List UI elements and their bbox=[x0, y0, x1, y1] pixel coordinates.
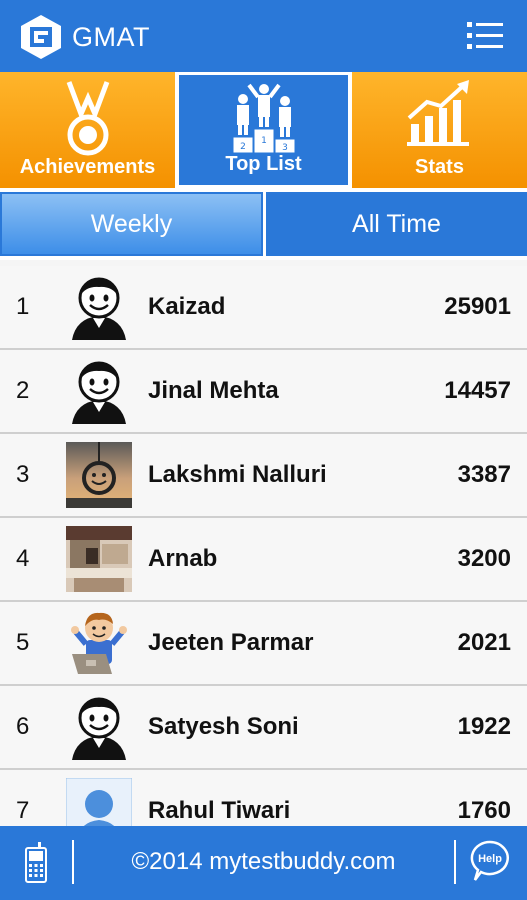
bar-chart-icon bbox=[406, 80, 473, 153]
user-name: Jinal Mehta bbox=[148, 377, 279, 404]
leaderboard-row[interactable]: 1 Kaizad 25901 bbox=[0, 266, 527, 350]
user-name: Arnab bbox=[148, 545, 218, 572]
medal-icon bbox=[65, 80, 111, 161]
app-title: GMAT bbox=[72, 22, 150, 52]
user-score: 1922 bbox=[457, 713, 511, 740]
user-score: 14457 bbox=[444, 377, 511, 404]
user-score: 25901 bbox=[444, 293, 511, 320]
stats-label: Stats bbox=[415, 156, 464, 178]
podium-icon: 2 1 3 bbox=[231, 83, 297, 158]
silhouette-avatar-icon bbox=[65, 777, 133, 826]
help-button[interactable]: Help bbox=[469, 840, 511, 889]
help-label: Help bbox=[478, 853, 502, 865]
achievements-button[interactable]: Achievements bbox=[0, 72, 175, 188]
mobile-phone-icon[interactable] bbox=[24, 842, 48, 889]
leaderboard-row[interactable]: 5 Jeeten Parmar 2021 bbox=[0, 602, 527, 686]
leaderboard-row[interactable]: 3 Lakshmi Nalluri 3387 bbox=[0, 434, 527, 518]
cartoon-laptop-avatar bbox=[66, 610, 132, 676]
user-name: Jeeten Parmar bbox=[148, 629, 314, 656]
rank-number: 3 bbox=[16, 461, 30, 488]
leaderboard-row[interactable]: 7 Rahul Tiwari 1760 bbox=[0, 770, 527, 826]
tab-weekly[interactable]: Weekly bbox=[0, 192, 263, 256]
default-avatar-icon bbox=[66, 358, 132, 424]
user-name: Satyesh Soni bbox=[148, 713, 299, 740]
rank-number: 1 bbox=[16, 293, 30, 320]
default-avatar-icon bbox=[66, 694, 132, 760]
user-score: 1760 bbox=[457, 797, 511, 824]
user-score: 3200 bbox=[457, 545, 511, 572]
leaderboard-row[interactable]: 4 Arnab 3200 bbox=[0, 518, 527, 602]
top-list-label: Top List bbox=[225, 153, 302, 175]
stats-button[interactable]: Stats bbox=[352, 72, 527, 188]
leaderboard-row[interactable]: 6 Satyesh Soni 1922 bbox=[0, 686, 527, 770]
footer-divider bbox=[454, 840, 456, 884]
footer-bar: ©2014 mytestbuddy.com Help bbox=[0, 826, 527, 900]
leaderboard-list[interactable]: 1 Kaizad 25901 2 Jinal Mehta 14457 3 Lak… bbox=[0, 266, 527, 826]
menu-button[interactable] bbox=[467, 20, 503, 52]
photo-smiley-pendant-avatar bbox=[66, 442, 132, 508]
leaderboard-row[interactable]: 2 Jinal Mehta 14457 bbox=[0, 350, 527, 434]
svg-text:1: 1 bbox=[261, 136, 267, 146]
photo-room-avatar bbox=[66, 526, 132, 592]
period-tabs: Weekly All Time bbox=[0, 188, 527, 260]
app-bar: GMAT bbox=[0, 0, 527, 72]
app-logo-icon[interactable] bbox=[18, 14, 64, 60]
rank-number: 6 bbox=[16, 713, 30, 740]
rank-number: 7 bbox=[16, 797, 30, 824]
copyright-text: ©2014 mytestbuddy.com bbox=[131, 848, 396, 875]
rank-number: 2 bbox=[16, 377, 30, 404]
svg-text:3: 3 bbox=[282, 143, 288, 153]
default-avatar-icon bbox=[66, 274, 132, 340]
tab-all-time[interactable]: All Time bbox=[266, 192, 527, 256]
category-bar: Achievements 2 1 3 Top List Stats bbox=[0, 72, 527, 188]
user-name: Lakshmi Nalluri bbox=[148, 461, 327, 488]
top-list-button[interactable]: 2 1 3 Top List bbox=[176, 72, 351, 188]
user-name: Rahul Tiwari bbox=[148, 797, 291, 824]
user-score: 2021 bbox=[457, 629, 511, 656]
user-name: Kaizad bbox=[148, 293, 226, 320]
footer-divider bbox=[72, 840, 74, 884]
achievements-label: Achievements bbox=[19, 156, 156, 178]
list-menu-icon bbox=[467, 22, 503, 49]
user-score: 3387 bbox=[457, 461, 511, 488]
rank-number: 5 bbox=[16, 629, 30, 656]
rank-number: 4 bbox=[16, 545, 30, 572]
svg-text:2: 2 bbox=[240, 142, 246, 152]
